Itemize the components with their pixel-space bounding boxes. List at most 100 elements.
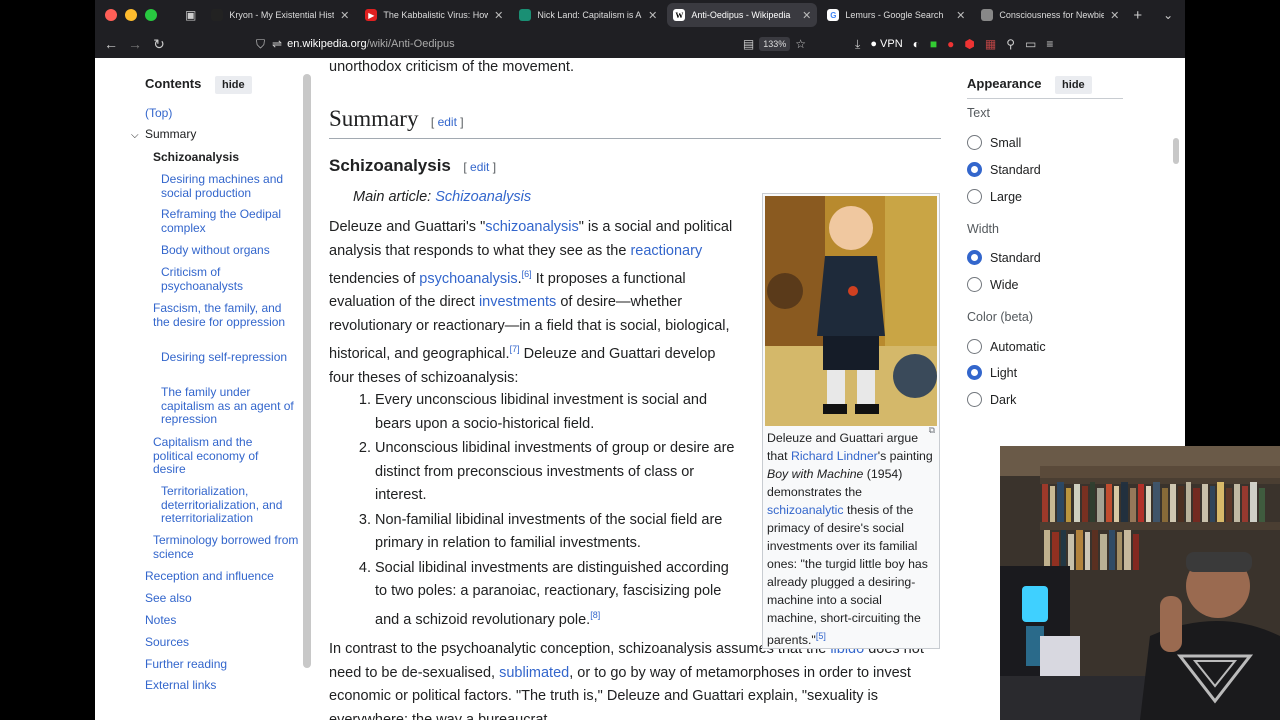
menu-icon[interactable]: ≡ — [1046, 37, 1053, 51]
toc-item-see-also[interactable]: See also — [145, 591, 192, 606]
adblock-icon[interactable]: ⬢ — [964, 37, 974, 51]
extension-icon[interactable]: ◐ — [913, 37, 920, 51]
browser-tab[interactable]: Kryon - My Existential History ✕ — [205, 3, 355, 27]
toc-hide-button[interactable]: hide — [214, 76, 252, 94]
toc-scrollbar[interactable] — [303, 74, 311, 668]
bookmark-star-icon[interactable]: ☆ — [795, 37, 806, 51]
extension-icon[interactable]: ▦ — [985, 37, 996, 51]
radio-icon[interactable] — [967, 277, 982, 292]
table-of-contents: Contents hide (Top) ⌵ Summary Schizoanaly… — [131, 58, 310, 720]
radio-icon[interactable] — [967, 392, 982, 407]
address-bar[interactable]: ⛉ ⇌ en.wikipedia.org/wiki/Anti-Oedipus ▤… — [251, 33, 811, 55]
toc-item-self-repression[interactable]: Desiring self-repression — [161, 350, 301, 365]
tab-close-icon[interactable]: ✕ — [494, 9, 503, 22]
sidebar-icon[interactable]: ▭ — [1025, 37, 1036, 51]
edit-link[interactable]: edit — [470, 160, 489, 174]
radio-selected-icon[interactable] — [967, 250, 982, 265]
toc-item-notes[interactable]: Notes — [145, 613, 176, 628]
richard-lindner-link[interactable]: Richard Lindner — [791, 449, 878, 463]
browser-tab[interactable]: Consciousness for Newbies :: D ✕ — [975, 3, 1125, 27]
schizoanalysis-link[interactable]: schizoanalysis — [485, 219, 579, 235]
shield-icon[interactable]: ⛉ — [256, 37, 265, 52]
site-settings-icon[interactable]: ⇌ — [272, 37, 282, 51]
close-window-button[interactable] — [105, 9, 117, 21]
toc-item-further-reading[interactable]: Further reading — [145, 657, 227, 672]
citation-link[interactable]: [8] — [590, 610, 600, 620]
radio-standard-width[interactable]: Standard — [967, 250, 1041, 265]
extension-icon[interactable]: ● — [947, 37, 954, 51]
schizoanalytic-link[interactable]: schizoanalytic — [767, 503, 844, 517]
download-icon[interactable]: ⤓ — [855, 37, 860, 52]
toc-item-terminology[interactable]: Terminology borrowed from science — [153, 533, 301, 561]
maximize-window-button[interactable] — [145, 9, 157, 21]
url-host: en.wikipedia.org — [287, 38, 367, 50]
radio-wide[interactable]: Wide — [967, 277, 1018, 292]
citation-link[interactable]: [6] — [522, 269, 532, 279]
tab-close-icon[interactable]: ✕ — [340, 9, 349, 22]
painting-image[interactable] — [765, 196, 937, 426]
investments-link[interactable]: investments — [479, 294, 556, 310]
radio-selected-icon[interactable] — [967, 162, 982, 177]
citation-link[interactable]: [7] — [510, 344, 520, 354]
browser-tab[interactable]: G Lemurs - Google Search ✕ — [821, 3, 971, 27]
toc-item-schizoanalysis[interactable]: Schizoanalysis — [153, 150, 239, 165]
zoom-level[interactable]: 133% — [759, 37, 791, 51]
radio-large[interactable]: Large — [967, 189, 1022, 204]
toc-item-reception[interactable]: Reception and influence — [145, 569, 274, 584]
radio-standard-text[interactable]: Standard — [967, 162, 1041, 177]
browser-tab[interactable]: Nick Land: Capitalism is AI - A ✕ — [513, 3, 663, 27]
page-scrollbar[interactable] — [1173, 138, 1179, 164]
toc-item-fascism[interactable]: Fascism, the family, and the desire for … — [153, 301, 301, 329]
forward-icon[interactable]: → — [123, 36, 147, 52]
toc-item-criticism[interactable]: Criticism of psychoanalysts — [161, 265, 301, 293]
radio-icon[interactable] — [967, 189, 982, 204]
toc-item-territorialization[interactable]: Territorialization, deterritorialization… — [161, 484, 301, 526]
reader-view-icon[interactable]: ▤ — [743, 37, 754, 51]
sublimated-link[interactable]: sublimated — [499, 665, 569, 681]
hatnote: Main article: Schizoanalysis — [353, 186, 531, 210]
summary-heading: Summary — [329, 106, 419, 131]
tab-overview-icon[interactable]: ▣ — [185, 8, 196, 22]
collapse-chevron-icon[interactable]: ⌵ — [131, 129, 145, 143]
appearance-hide-button[interactable]: hide — [1055, 76, 1092, 94]
radio-light[interactable]: Light — [967, 365, 1017, 380]
tab-close-icon[interactable]: ✕ — [1110, 9, 1119, 22]
tab-favicon-icon — [519, 9, 532, 21]
intro-text: unorthodox criticism of the movement. — [329, 59, 574, 75]
reload-icon[interactable]: ↻ — [147, 36, 171, 53]
toc-item-top[interactable]: (Top) — [145, 106, 172, 121]
toc-item-bwo[interactable]: Body without organs — [161, 243, 301, 258]
toc-item-oedipal[interactable]: Reframing the Oedipal complex — [161, 207, 301, 235]
citation-link[interactable]: [5] — [816, 631, 826, 641]
toc-item-family-capitalism[interactable]: The family under capitalism as an agent … — [161, 385, 301, 427]
minimize-window-button[interactable] — [125, 9, 137, 21]
browser-tab-active[interactable]: W Anti-Oedipus - Wikipedia ✕ — [667, 3, 818, 27]
back-icon[interactable]: ← — [99, 36, 123, 52]
toc-item-sources[interactable]: Sources — [145, 635, 189, 650]
theses-list: Every unconscious libidinal investment i… — [353, 389, 743, 632]
tab-list-chevron-icon[interactable]: ⌄ — [1163, 8, 1173, 22]
hatnote-prefix: Main article: — [353, 189, 436, 205]
tab-close-icon[interactable]: ✕ — [802, 9, 811, 22]
psychoanalysis-link[interactable]: psychoanalysis — [419, 271, 517, 287]
toc-item-summary[interactable]: ⌵ Summary — [131, 127, 196, 143]
tab-close-icon[interactable]: ✕ — [648, 9, 657, 22]
extension-icon[interactable]: ■ — [930, 37, 937, 51]
radio-small[interactable]: Small — [967, 135, 1021, 150]
radio-dark[interactable]: Dark — [967, 392, 1016, 407]
radio-automatic[interactable]: Automatic — [967, 339, 1046, 354]
vpn-button[interactable]: ● VPN — [870, 38, 902, 50]
main-article-link[interactable]: Schizoanalysis — [435, 189, 531, 205]
reactionary-link[interactable]: reactionary — [630, 243, 702, 259]
toc-item-desiring-machines[interactable]: Desiring machines and social production — [161, 172, 301, 200]
browser-tab[interactable]: ▶ The Kabbalistic Virus: How Arti ✕ — [359, 3, 509, 27]
radio-icon[interactable] — [967, 135, 982, 150]
edit-link[interactable]: edit — [438, 115, 457, 129]
new-tab-icon[interactable]: + — [1133, 7, 1142, 24]
toc-item-external-links[interactable]: External links — [145, 678, 216, 693]
toc-item-capitalism[interactable]: Capitalism and the political economy of … — [153, 435, 293, 477]
radio-icon[interactable] — [967, 339, 982, 354]
tab-close-icon[interactable]: ✕ — [956, 9, 965, 22]
extensions-puzzle-icon[interactable]: ⚲ — [1006, 37, 1015, 51]
radio-selected-icon[interactable] — [967, 365, 982, 380]
